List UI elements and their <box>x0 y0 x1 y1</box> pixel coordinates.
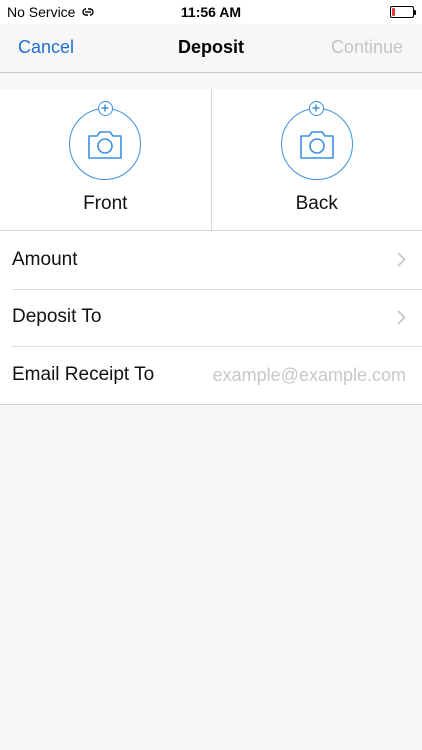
deposit-form: Amount Deposit To Email Receipt To <box>0 231 422 405</box>
back-capture-button[interactable]: Back <box>210 89 422 230</box>
continue-button[interactable]: Continue <box>331 37 403 58</box>
cancel-button[interactable]: Cancel <box>18 37 74 58</box>
back-camera-circle <box>280 101 353 180</box>
camera-icon <box>88 131 123 159</box>
deposit-to-row[interactable]: Deposit To <box>0 288 422 347</box>
add-icon <box>97 101 113 116</box>
status-time: 11:56 AM <box>180 4 242 20</box>
camera-icon <box>299 131 334 159</box>
check-capture-section: Front Back <box>0 89 422 231</box>
battery-level <box>392 8 395 16</box>
deposit-to-label: Deposit To <box>12 306 102 328</box>
email-field[interactable] <box>196 361 406 389</box>
navigation-bar: Cancel Deposit Continue <box>0 24 422 73</box>
email-receipt-label: Email Receipt To <box>12 363 155 385</box>
add-icon <box>309 101 325 116</box>
back-label: Back <box>295 193 338 214</box>
battery-icon <box>390 6 416 18</box>
amount-label: Amount <box>12 248 78 270</box>
front-label: Front <box>83 193 128 214</box>
email-receipt-row: Email Receipt To <box>0 346 422 404</box>
front-camera-circle <box>69 101 142 180</box>
chevron-right-icon <box>397 252 406 267</box>
status-bar: No Service 11:56 AM <box>0 0 422 24</box>
chevron-right-icon <box>397 310 406 324</box>
front-capture-button[interactable]: Front <box>0 89 211 230</box>
amount-row[interactable]: Amount <box>0 231 422 289</box>
